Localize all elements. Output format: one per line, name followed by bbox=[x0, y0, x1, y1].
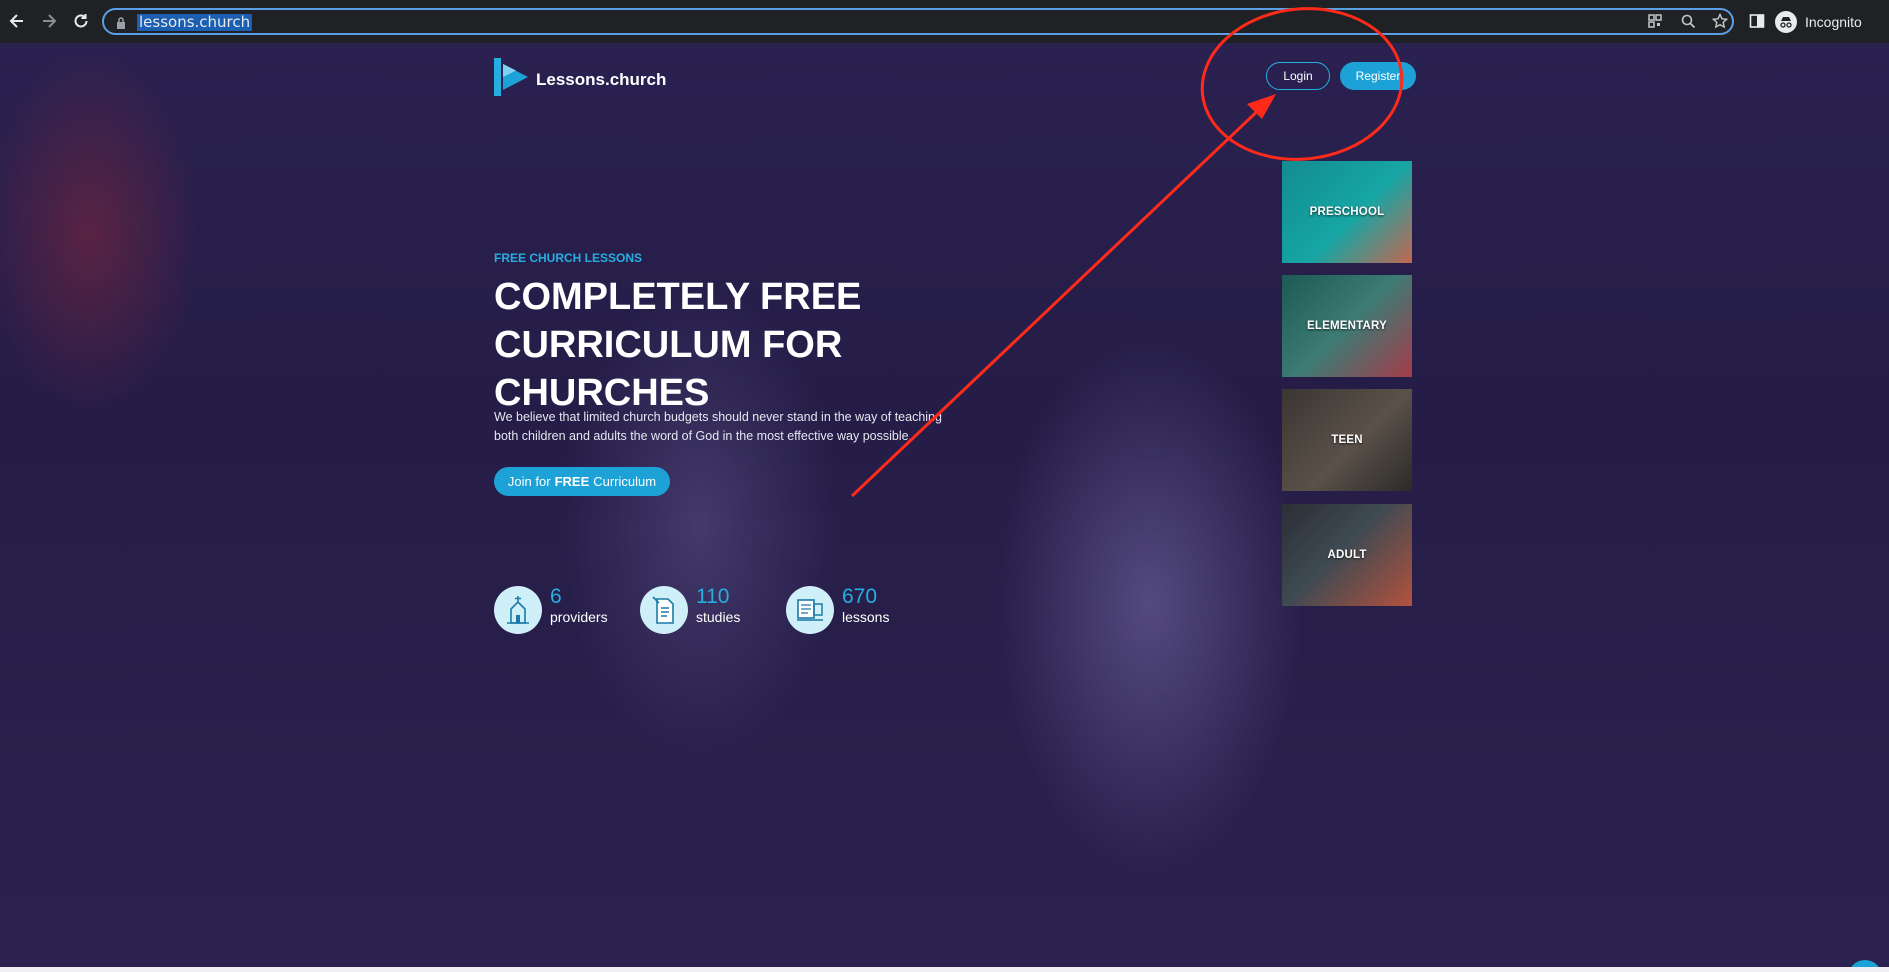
annotation-arrow bbox=[850, 101, 1268, 498]
annotation-overlay bbox=[850, 7, 1404, 498]
annotation-circle bbox=[1200, 7, 1404, 161]
